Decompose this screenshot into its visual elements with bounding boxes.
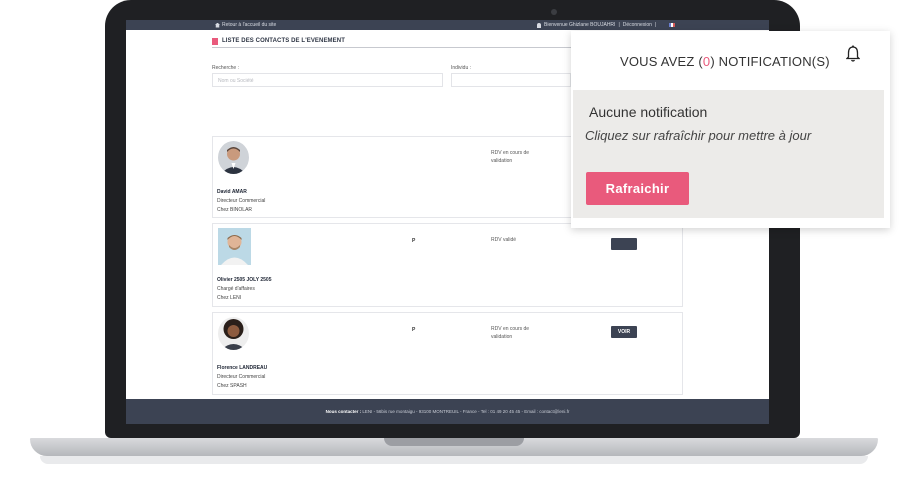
user-icon — [537, 22, 541, 28]
no-notification-text: Aucune notification — [589, 104, 708, 120]
separator: | — [618, 22, 620, 28]
individual-label: Individu : — [451, 65, 472, 71]
notification-panel: VOUS AVEZ (0) NOTIFICATION(S) Aucune not… — [571, 31, 890, 228]
language-flag-icon[interactable] — [669, 23, 676, 27]
contact-role: Directeur Commercial — [217, 198, 266, 204]
top-bar: Retour à l'accueil du site Bienvenue Ghi… — [126, 20, 769, 30]
footer-label: Nous contacter : — [325, 409, 362, 414]
contact-role: Chargé d'affaires — [217, 286, 255, 292]
view-button[interactable]: VOIR — [611, 326, 637, 338]
contact-company: Chez BINOLAR — [217, 207, 253, 213]
laptop-mockup: Retour à l'accueil du site Bienvenue Ghi… — [0, 0, 909, 482]
home-link[interactable]: Retour à l'accueil du site — [215, 22, 276, 28]
camera-icon — [551, 9, 557, 15]
avatar — [218, 141, 249, 174]
welcome-text: Bienvenue Ghizlane BOUJAHRI — [544, 22, 616, 28]
individual-input[interactable] — [451, 73, 571, 87]
refresh-hint: Cliquez sur rafraîchir pour mettre à jou… — [585, 128, 812, 143]
contact-name: David AMAR — [217, 189, 247, 195]
contact-role: Directeur Commercial — [217, 374, 266, 380]
footer-text: LENI - 56bis rue montaigu - 93100 MONTRE… — [362, 409, 570, 414]
contact-card: Olivier 2505 JOLY 2505 Chargé d'affaires… — [212, 223, 683, 307]
page-title: LISTE DES CONTACTS DE L'EVENEMENT — [222, 38, 345, 44]
laptop-notch — [384, 438, 524, 446]
contact-company: Chez LENI — [217, 295, 242, 301]
avatar — [218, 228, 251, 265]
contact-name: Olivier 2505 JOLY 2505 — [217, 277, 272, 283]
contact-card: Florence LANDREAU Directeur Commercial C… — [212, 312, 683, 395]
notification-header: VOUS AVEZ (0) NOTIFICATION(S) — [620, 54, 830, 69]
logout-link[interactable]: Déconnexion — [623, 22, 652, 28]
notification-body: Aucune notification Cliquez sur rafraîch… — [573, 90, 884, 218]
search-label: Recherche : — [212, 65, 239, 71]
heading-marker — [212, 37, 218, 45]
user-menu: Bienvenue Ghizlane BOUJAHRI | Déconnexio… — [537, 22, 676, 28]
footer: Nous contacter : LENI - 56bis rue montai… — [126, 399, 769, 424]
contact-name: Florence LANDREAU — [217, 365, 268, 371]
refresh-button[interactable]: Rafraichir — [586, 172, 689, 205]
contact-status: RDV en cours de validation — [491, 150, 530, 164]
separator-2: | — [654, 22, 657, 28]
search-input[interactable]: Nom ou Société — [212, 73, 443, 87]
contact-type: P — [412, 327, 416, 333]
contact-company: Chez SPASH — [217, 383, 247, 389]
notification-prefix: VOUS AVEZ ( — [620, 54, 703, 69]
avatar — [218, 317, 249, 350]
contact-status: RDV en cours de validation — [491, 326, 530, 340]
bell-icon[interactable] — [845, 45, 861, 63]
view-button[interactable] — [611, 238, 637, 250]
home-link-label: Retour à l'accueil du site — [222, 22, 277, 28]
notification-suffix: ) NOTIFICATION(S) — [710, 54, 830, 69]
home-icon — [215, 22, 220, 28]
laptop-shadow — [40, 456, 868, 464]
contact-type: P — [412, 238, 416, 244]
contact-status: RDV validé — [491, 237, 517, 243]
